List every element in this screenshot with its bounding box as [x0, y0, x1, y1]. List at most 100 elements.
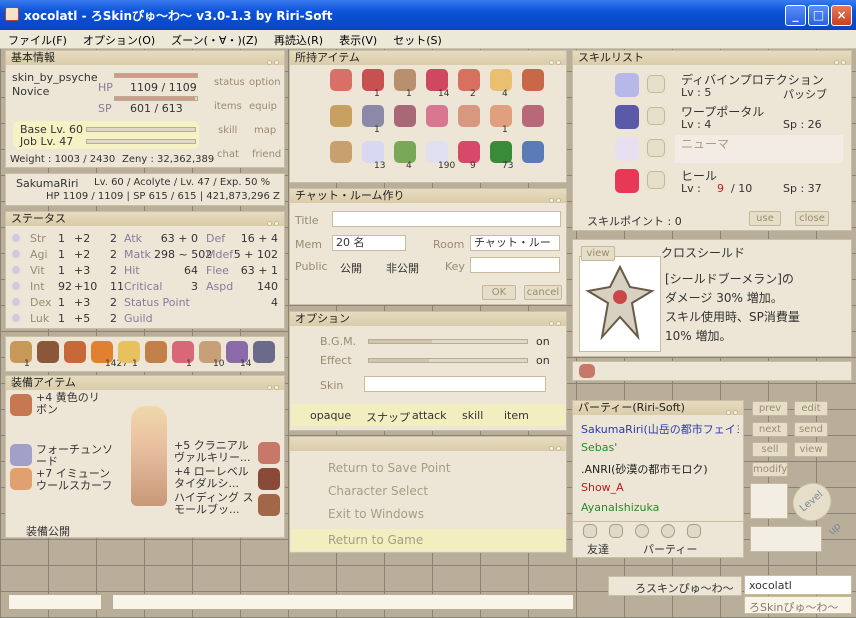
menu-zoom[interactable]: ズーン(・∀・)(Z) — [163, 30, 266, 50]
key-input[interactable] — [470, 257, 560, 273]
inventory-item-icon[interactable] — [490, 69, 512, 91]
inventory-item-icon[interactable] — [394, 105, 416, 127]
send-button[interactable]: send — [794, 422, 828, 437]
modify-button[interactable]: modify — [752, 462, 788, 477]
chat-input[interactable] — [112, 594, 574, 610]
hotkey-slot-icon[interactable] — [253, 341, 275, 363]
exit-to-windows[interactable]: Exit to Windows — [328, 507, 424, 521]
skill-row[interactable]: ニューマ — [675, 135, 843, 163]
hotkey-slot-icon[interactable] — [37, 341, 59, 363]
invite-icon[interactable] — [583, 524, 597, 538]
chat-target-input[interactable] — [8, 594, 102, 610]
ok-button[interactable]: OK — [482, 285, 516, 300]
party-member[interactable]: SakumaRiri(山岳の都市フェイヨン) — [581, 421, 739, 437]
prev-button[interactable]: prev — [752, 401, 788, 416]
skill-icon[interactable] — [615, 137, 639, 161]
inventory-item-icon[interactable] — [490, 141, 512, 163]
stat-up-icon[interactable] — [12, 298, 20, 306]
inventory-item-icon[interactable] — [330, 69, 352, 91]
minimize-button[interactable]: _ — [785, 5, 806, 26]
inventory-item-icon[interactable] — [362, 69, 384, 91]
maximize-button[interactable]: □ — [808, 5, 829, 26]
skill-icon[interactable] — [615, 169, 639, 193]
skill-toggle[interactable]: skill — [462, 409, 483, 422]
return-to-game[interactable]: Return to Game — [328, 533, 423, 547]
effect-slider[interactable] — [368, 358, 528, 363]
inventory-item-icon[interactable] — [426, 69, 448, 91]
title-input[interactable] — [332, 211, 561, 227]
party-member[interactable]: .ANRI(砂漠の都市モロク) — [581, 461, 708, 477]
inventory-item-icon[interactable] — [362, 105, 384, 127]
hotkey-slot-icon[interactable] — [64, 341, 86, 363]
menu-set[interactable]: セット(S) — [385, 30, 450, 50]
equip-public-label[interactable]: 装備公開 — [26, 523, 70, 539]
shoes-icon[interactable] — [258, 494, 280, 516]
inventory-item-icon[interactable] — [426, 141, 448, 163]
inventory-item-icon[interactable] — [394, 141, 416, 163]
skill-row[interactable]: ディバインプロテクション Lv : 5 パッシブ — [675, 71, 843, 101]
skill-button[interactable]: skill — [218, 125, 237, 136]
public-radio[interactable]: 公開 — [340, 260, 362, 276]
search-icon[interactable] — [661, 524, 675, 538]
use-button[interactable]: use — [749, 211, 781, 226]
card-tab-icon[interactable] — [579, 364, 595, 378]
inventory-item-icon[interactable] — [458, 105, 480, 127]
trash-icon[interactable] — [687, 524, 701, 538]
inventory-item-icon[interactable] — [522, 105, 544, 127]
skill-row[interactable]: ヒール Lv :9/ 10 Sp : 37 — [675, 167, 843, 195]
shield-icon[interactable] — [258, 468, 280, 490]
return-save-point[interactable]: Return to Save Point — [328, 461, 451, 475]
attack-toggle[interactable]: attack — [412, 409, 447, 422]
items-button[interactable]: items — [214, 101, 242, 112]
view-side-button[interactable]: view — [794, 442, 828, 457]
skill-levelup-icon[interactable] — [647, 139, 665, 157]
status-button[interactable]: status — [214, 77, 245, 88]
scarf-icon[interactable] — [10, 468, 32, 490]
cancel-button[interactable]: cancel — [524, 285, 562, 300]
skill-icon[interactable] — [615, 105, 639, 129]
stat-up-icon[interactable] — [12, 266, 20, 274]
stat-up-icon[interactable] — [12, 314, 20, 322]
bgm-slider[interactable] — [368, 339, 528, 344]
skill-levelup-icon[interactable] — [647, 75, 665, 93]
member-count-select[interactable]: 20 名 — [332, 235, 406, 251]
room-type-select[interactable]: チャット・ルーム — [470, 235, 560, 251]
character-select[interactable]: Character Select — [328, 484, 428, 498]
game-viewport[interactable]: 基本情報 skin_by_psyche Novice HP 1109 / 110… — [0, 49, 856, 618]
sword-icon[interactable] — [10, 444, 32, 466]
sell-button[interactable]: sell — [752, 442, 788, 457]
next-button[interactable]: next — [752, 422, 788, 437]
party-member[interactable]: AyanaIshizuka — [581, 501, 659, 514]
chat-window-tab[interactable]: ろスキンぴゅ～わ～ — [608, 576, 742, 596]
inventory-item-icon[interactable] — [394, 69, 416, 91]
inventory-item-icon[interactable] — [330, 105, 352, 127]
private-radio[interactable]: 非公開 — [386, 260, 419, 276]
inventory-item-icon[interactable] — [458, 141, 480, 163]
opaque-toggle[interactable]: opaque — [310, 409, 351, 422]
party-member[interactable]: Show_A — [581, 481, 624, 494]
skill-close-button[interactable]: close — [795, 211, 829, 226]
stat-up-icon[interactable] — [12, 234, 20, 242]
inventory-item-icon[interactable] — [426, 105, 448, 127]
leave-icon[interactable] — [609, 524, 623, 538]
map-button[interactable]: map — [254, 125, 276, 136]
inventory-item-icon[interactable] — [522, 141, 544, 163]
snap-toggle[interactable]: スナップ — [366, 409, 410, 425]
party-tab[interactable]: パーティー — [643, 541, 697, 557]
ribbon-icon[interactable] — [10, 394, 32, 416]
option-button[interactable]: option — [249, 77, 281, 88]
menu-option[interactable]: オプション(O) — [75, 30, 163, 50]
bgm-state[interactable]: on — [536, 335, 550, 348]
skill-row[interactable]: ワープポータル Lv : 4 Sp : 26 — [675, 103, 843, 131]
inventory-item-icon[interactable] — [490, 105, 512, 127]
chat-button[interactable]: chat — [217, 149, 239, 160]
skill-levelup-icon[interactable] — [647, 107, 665, 125]
equip-button[interactable]: equip — [249, 101, 277, 112]
inventory-item-icon[interactable] — [330, 141, 352, 163]
skill-levelup-icon[interactable] — [647, 171, 665, 189]
help-icon[interactable] — [635, 524, 649, 538]
inventory-item-icon[interactable] — [458, 69, 480, 91]
skin-select[interactable] — [364, 376, 546, 392]
skill-icon[interactable] — [615, 73, 639, 97]
menu-view[interactable]: 表示(V) — [331, 30, 385, 50]
